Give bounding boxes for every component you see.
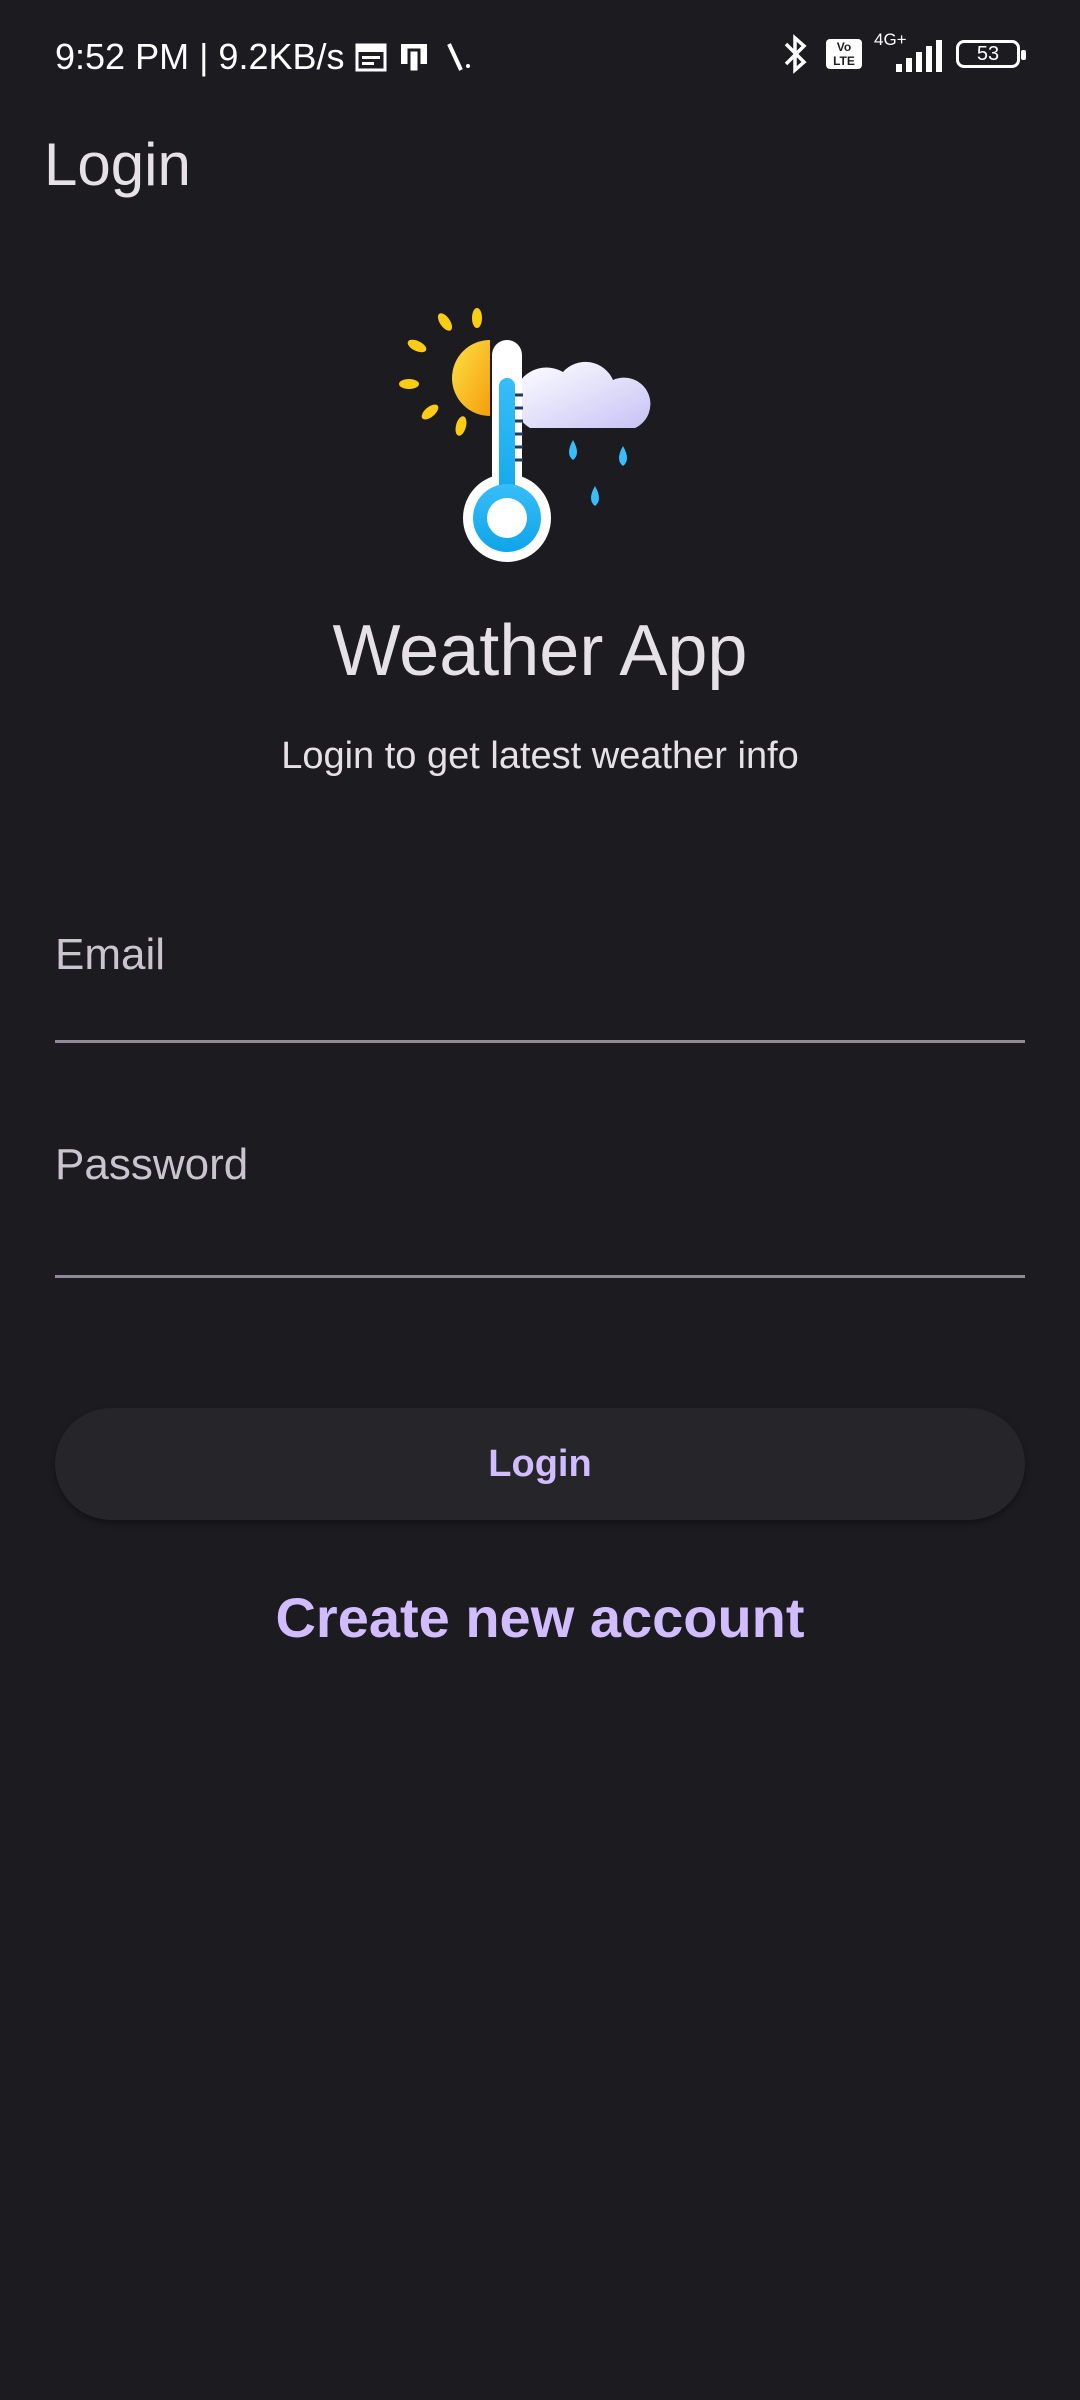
email-input[interactable]: [55, 920, 1025, 990]
battery-level: 53: [976, 42, 1000, 65]
email-field[interactable]: [55, 920, 1025, 1043]
signal-group: 4G+: [874, 30, 944, 74]
calendar-icon: [355, 43, 386, 72]
status-bar: 9:52 PM | 9.2KB/s Vo LTE 4G+ 53: [0, 0, 1080, 120]
password-underline: [55, 1275, 1025, 1278]
email-underline: [55, 1040, 1025, 1043]
device-icon: [400, 44, 427, 74]
password-input[interactable]: [55, 1130, 1025, 1200]
battery-icon: 53: [956, 40, 1026, 68]
slash-icon: [446, 43, 470, 71]
status-left: 9:52 PM | 9.2KB/s: [55, 36, 473, 78]
weather-thermometer-sun-cloud-icon: [399, 308, 651, 562]
signal-icon: [896, 40, 942, 72]
volte-icon: Vo LTE: [826, 39, 862, 69]
password-field[interactable]: [55, 1130, 1025, 1278]
login-button-label: Login: [488, 1442, 592, 1485]
app-subtitle: Login to get latest weather info: [281, 735, 799, 777]
login-button[interactable]: Login: [55, 1408, 1025, 1520]
bluetooth-icon: [784, 34, 807, 74]
status-time-speed: 9:52 PM | 9.2KB/s: [55, 36, 345, 77]
status-right: Vo LTE 4G+ 53: [778, 30, 1026, 74]
create-account-link[interactable]: Create new account: [0, 1585, 1080, 1650]
app-title: Weather App: [332, 611, 748, 691]
page-title: Login: [44, 131, 191, 198]
